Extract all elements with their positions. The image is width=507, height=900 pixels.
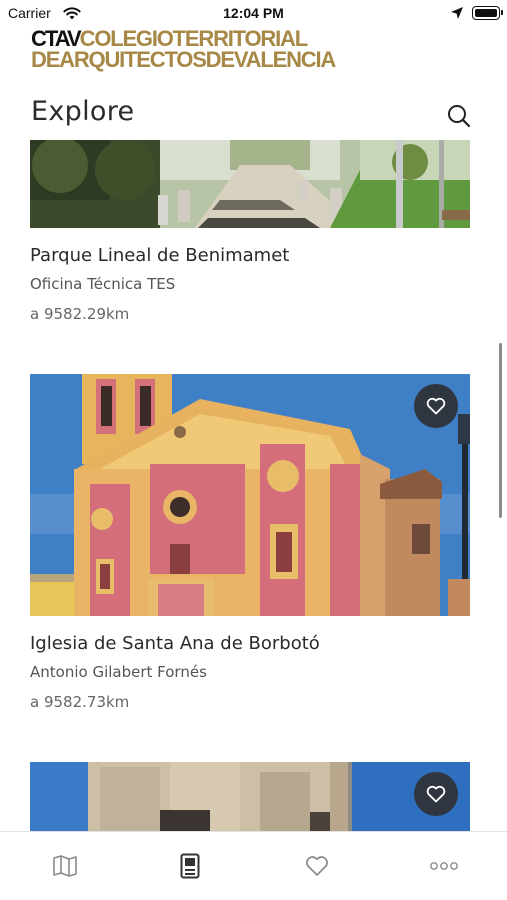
page-title: Explore bbox=[31, 96, 135, 127]
tower-photo-illustration bbox=[30, 762, 470, 831]
ctav-logo: CTAVCOLEGIOTERRITORIAL DEARQUITECTOSDEVA… bbox=[31, 28, 371, 72]
tab-works[interactable] bbox=[176, 852, 204, 880]
logo-line-2: DEARQUITECTOSDEVALENCIA bbox=[31, 47, 336, 72]
place-card[interactable]: Parque Lineal de Benimamet Oficina Técni… bbox=[30, 140, 470, 323]
place-author: Oficina Técnica TES bbox=[30, 275, 176, 293]
place-card[interactable] bbox=[30, 762, 470, 831]
church-photo[interactable] bbox=[30, 374, 470, 616]
place-distance: a 9582.29km bbox=[30, 305, 130, 323]
tab-favorites[interactable] bbox=[303, 852, 331, 880]
tab-more[interactable] bbox=[428, 852, 460, 880]
clock: 12:04 PM bbox=[223, 5, 284, 21]
place-distance: a 9582.73km bbox=[30, 693, 130, 711]
tower-photo[interactable] bbox=[30, 762, 470, 831]
map-icon bbox=[53, 855, 77, 877]
building-card-icon bbox=[180, 853, 200, 879]
tab-map[interactable] bbox=[51, 852, 79, 880]
battery-icon bbox=[472, 6, 503, 20]
status-bar: Carrier 12:04 PM bbox=[0, 0, 507, 28]
heart-outline-icon bbox=[426, 397, 446, 415]
places-list[interactable]: Parque Lineal de Benimamet Oficina Técni… bbox=[0, 140, 507, 831]
park-photo[interactable] bbox=[30, 140, 470, 228]
search-icon[interactable] bbox=[446, 103, 472, 129]
place-title[interactable]: Parque Lineal de Benimamet bbox=[30, 245, 470, 266]
logo-line-1: CTAVCOLEGIOTERRITORIAL bbox=[31, 28, 371, 50]
scroll-indicator[interactable] bbox=[499, 343, 502, 518]
place-card[interactable]: Iglesia de Santa Ana de Borbotó Antonio … bbox=[30, 374, 470, 711]
favorite-button[interactable] bbox=[414, 384, 458, 428]
park-photo-illustration bbox=[30, 140, 470, 228]
more-dots-icon bbox=[430, 862, 458, 870]
place-title[interactable]: Iglesia de Santa Ana de Borbotó bbox=[30, 633, 470, 654]
heart-outline-icon bbox=[426, 785, 446, 803]
place-author: Antonio Gilabert Fornés bbox=[30, 663, 207, 681]
heart-icon bbox=[306, 856, 328, 876]
favorite-button[interactable] bbox=[414, 772, 458, 816]
location-arrow-icon bbox=[451, 7, 463, 19]
tab-bar bbox=[0, 831, 507, 900]
church-photo-illustration bbox=[30, 374, 470, 616]
